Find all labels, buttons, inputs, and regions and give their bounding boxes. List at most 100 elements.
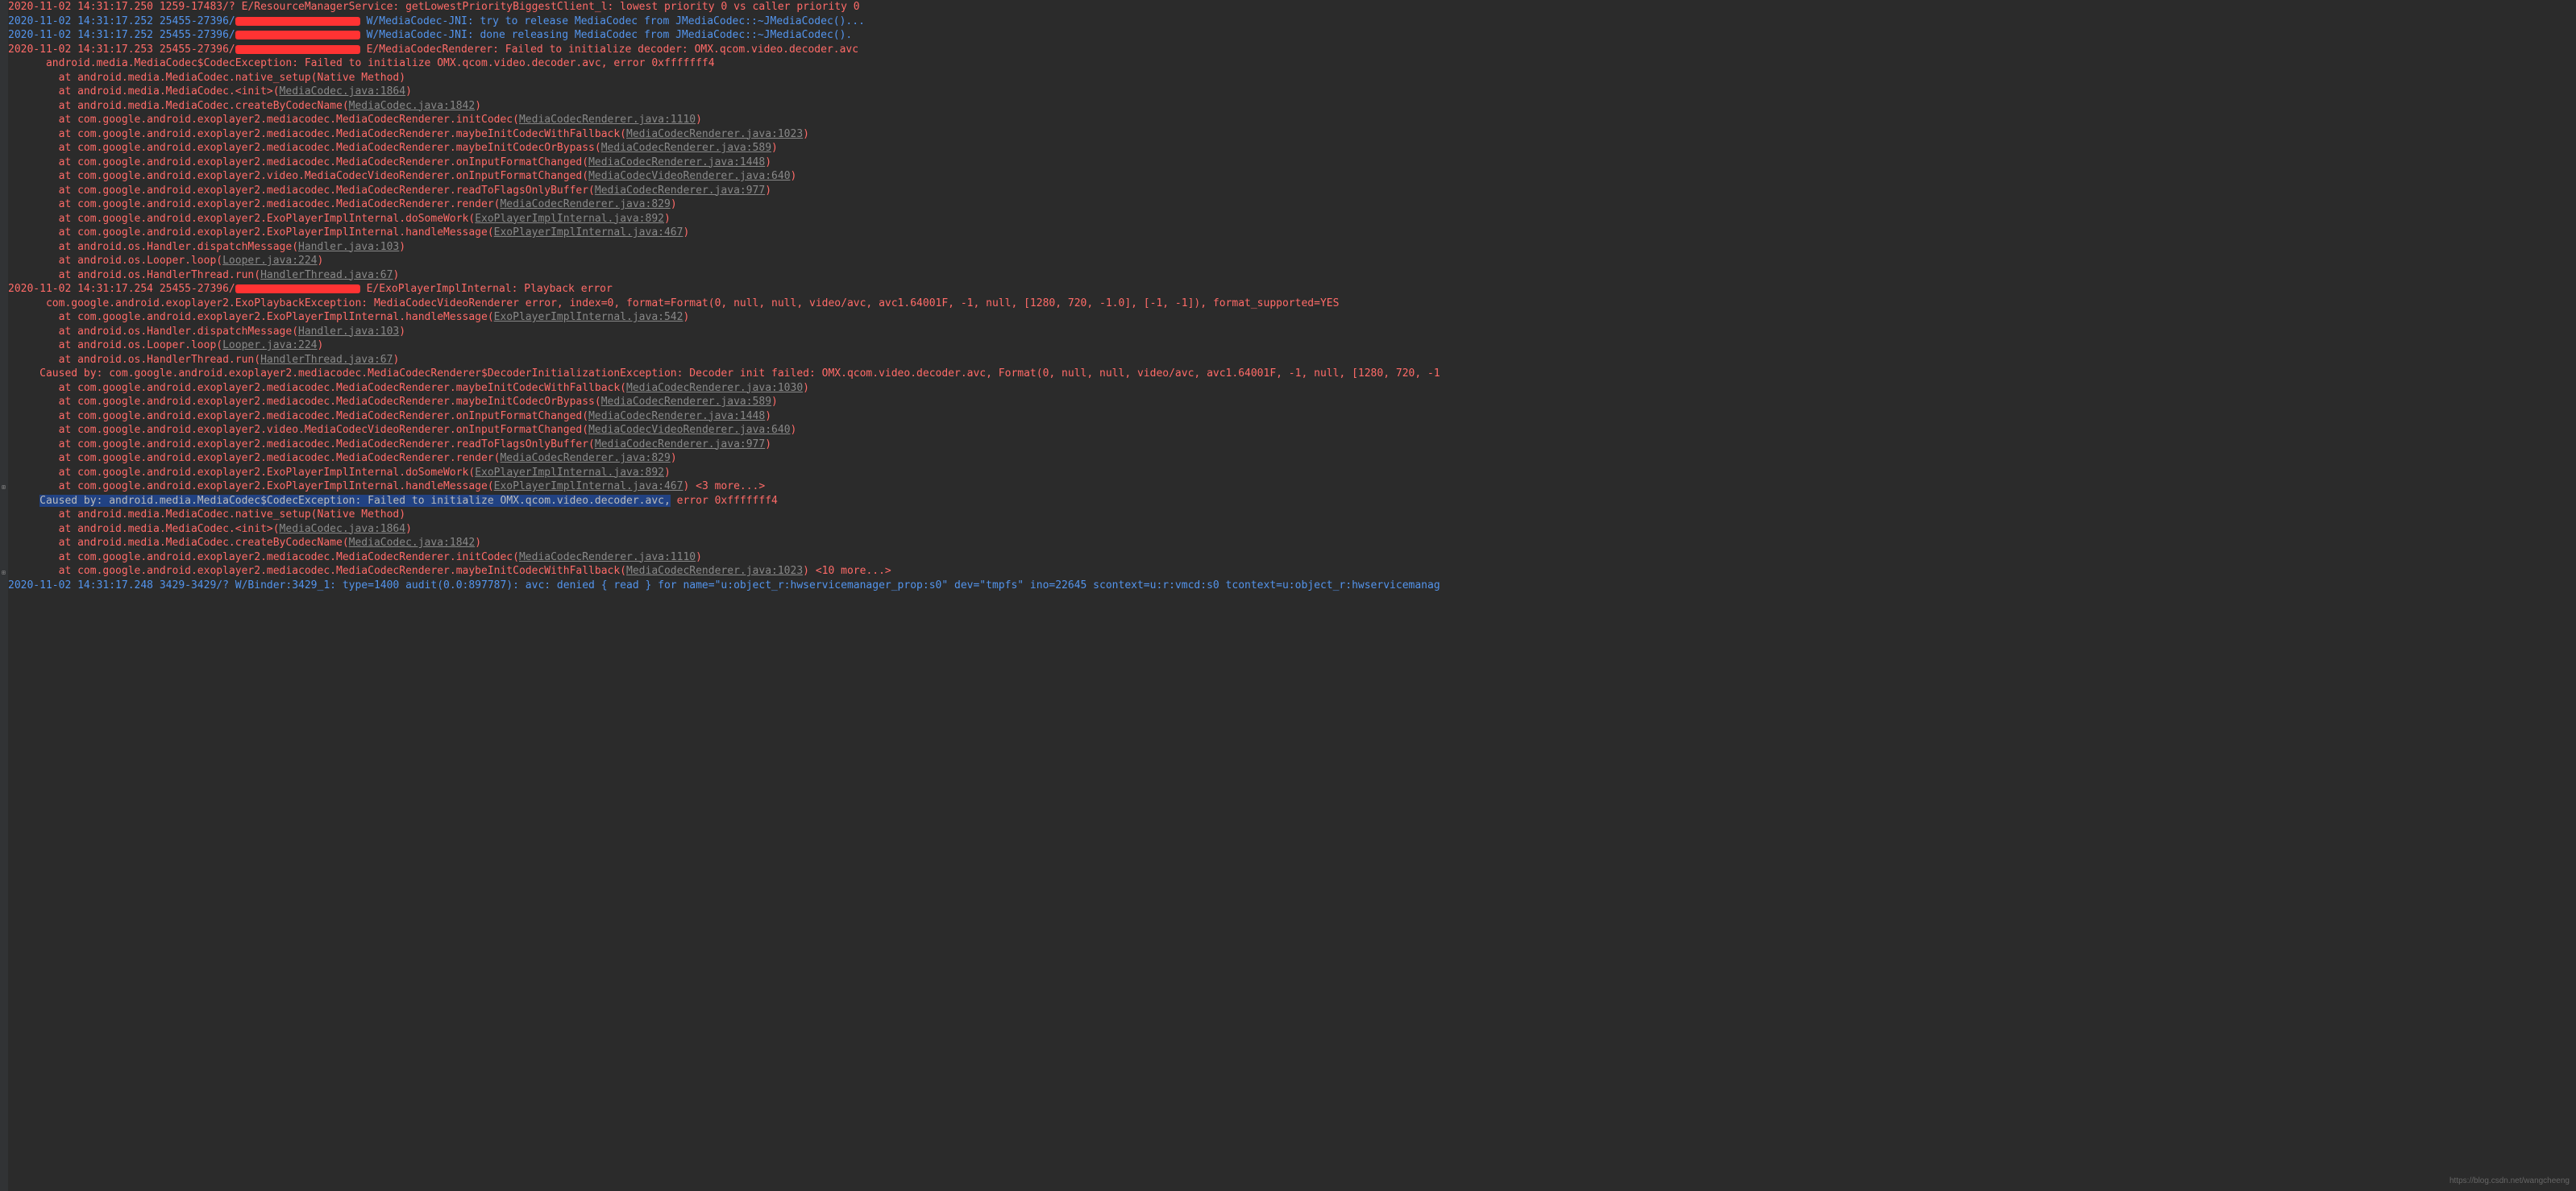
source-link[interactable]: MediaCodecRenderer.java:977 <box>595 438 765 450</box>
log-text: at android.os.Handler.dispatchMessage( <box>8 326 298 338</box>
log-text: ) <box>696 551 702 563</box>
log-line[interactable]: at android.os.Handler.dispatchMessage(Ha… <box>8 325 2576 339</box>
log-text: 2020-11-02 14:31:17.250 1259-17483/? E/R… <box>8 1 860 13</box>
log-line[interactable]: at com.google.android.exoplayer2.video.M… <box>8 423 2576 438</box>
source-link[interactable]: MediaCodecRenderer.java:977 <box>595 185 765 197</box>
expand-marker-2[interactable]: ⊞ <box>2 566 6 580</box>
expand-marker-1[interactable]: ⊞ <box>2 480 6 495</box>
source-link[interactable]: ExoPlayerImplInternal.java:542 <box>494 311 683 323</box>
source-link[interactable]: Handler.java:103 <box>298 326 399 338</box>
log-line[interactable]: at com.google.android.exoplayer2.mediaco… <box>8 451 2576 466</box>
log-text: at com.google.android.exoplayer2.mediaco… <box>8 438 595 450</box>
log-text: at com.google.android.exoplayer2.video.M… <box>8 424 588 436</box>
log-line[interactable]: at com.google.android.exoplayer2.mediaco… <box>8 156 2576 170</box>
source-link[interactable]: MediaCodecRenderer.java:1110 <box>519 114 696 126</box>
source-link[interactable]: HandlerThread.java:67 <box>260 269 393 281</box>
log-line[interactable]: at com.google.android.exoplayer2.ExoPlay… <box>8 226 2576 240</box>
log-text: E/ExoPlayerImplInternal: Playback error <box>360 283 613 295</box>
source-link[interactable]: MediaCodecRenderer.java:1023 <box>626 565 803 577</box>
log-text: ) <box>393 354 399 366</box>
log-line[interactable]: at android.media.MediaCodec.<init>(Media… <box>8 522 2576 537</box>
source-link[interactable]: MediaCodecRenderer.java:1110 <box>519 551 696 563</box>
log-line[interactable]: 2020-11-02 14:31:17.252 25455-27396/ W/M… <box>8 15 2576 29</box>
source-link[interactable]: MediaCodecRenderer.java:829 <box>500 452 670 464</box>
log-line[interactable]: at android.media.MediaCodec.createByCode… <box>8 536 2576 550</box>
log-text: 2020-11-02 14:31:17.253 25455-27396/ <box>8 44 235 56</box>
source-link[interactable]: HandlerThread.java:67 <box>260 354 393 366</box>
log-line[interactable]: at android.media.MediaCodec.native_setup… <box>8 508 2576 522</box>
log-line[interactable]: 2020-11-02 14:31:17.248 3429-3429/? W/Bi… <box>8 579 2576 593</box>
source-link[interactable]: ExoPlayerImplInternal.java:892 <box>475 213 664 225</box>
log-line[interactable]: com.google.android.exoplayer2.ExoPlaybac… <box>8 297 2576 311</box>
log-line[interactable]: at com.google.android.exoplayer2.ExoPlay… <box>8 310 2576 325</box>
log-line[interactable]: at android.os.Handler.dispatchMessage(Ha… <box>8 240 2576 255</box>
source-link[interactable]: MediaCodec.java:1842 <box>349 100 476 112</box>
log-line[interactable]: 2020-11-02 14:31:17.254 25455-27396/ E/E… <box>8 282 2576 297</box>
log-line[interactable]: at com.google.android.exoplayer2.mediaco… <box>8 564 2576 579</box>
log-text: ) <box>696 114 702 126</box>
log-line[interactable]: at com.google.android.exoplayer2.mediaco… <box>8 550 2576 565</box>
log-text: ) <3 more...> <box>683 480 765 492</box>
log-text: at com.google.android.exoplayer2.ExoPlay… <box>8 226 494 239</box>
log-line[interactable]: at android.media.MediaCodec.<init>(Media… <box>8 85 2576 99</box>
source-link[interactable]: Looper.java:224 <box>222 339 317 351</box>
log-text: ) <box>393 269 399 281</box>
source-link[interactable]: ExoPlayerImplInternal.java:892 <box>475 467 664 479</box>
log-line[interactable]: at com.google.android.exoplayer2.mediaco… <box>8 141 2576 156</box>
source-link[interactable]: MediaCodecVideoRenderer.java:640 <box>588 170 790 182</box>
highlighted-text[interactable]: Caused by: android.media.MediaCodec$Code… <box>39 495 671 507</box>
log-line[interactable]: at com.google.android.exoplayer2.mediaco… <box>8 113 2576 127</box>
log-line[interactable]: at com.google.android.exoplayer2.mediaco… <box>8 438 2576 452</box>
log-line[interactable]: at android.media.MediaCodec.createByCode… <box>8 99 2576 114</box>
log-line[interactable]: at android.os.HandlerThread.run(HandlerT… <box>8 353 2576 367</box>
log-text: ) <box>765 156 771 168</box>
log-text: at com.google.android.exoplayer2.mediaco… <box>8 128 626 140</box>
log-text: ) <box>405 85 412 98</box>
source-link[interactable]: MediaCodec.java:1864 <box>280 85 406 98</box>
source-link[interactable]: ExoPlayerImplInternal.java:467 <box>494 480 683 492</box>
log-line[interactable]: at com.google.android.exoplayer2.mediaco… <box>8 197 2576 212</box>
source-link[interactable]: MediaCodecRenderer.java:1023 <box>626 128 803 140</box>
log-line[interactable]: at android.os.Looper.loop(Looper.java:22… <box>8 254 2576 268</box>
log-line[interactable]: at com.google.android.exoplayer2.mediaco… <box>8 127 2576 142</box>
source-link[interactable]: Handler.java:103 <box>298 241 399 253</box>
log-text: W/MediaCodec-JNI: try to release MediaCo… <box>360 15 865 27</box>
log-text: at com.google.android.exoplayer2.ExoPlay… <box>8 213 475 225</box>
source-link[interactable]: Looper.java:224 <box>222 255 317 267</box>
log-line[interactable]: at com.google.android.exoplayer2.mediaco… <box>8 184 2576 198</box>
source-link[interactable]: MediaCodec.java:1864 <box>280 523 406 535</box>
log-line[interactable]: at android.os.Looper.loop(Looper.java:22… <box>8 338 2576 353</box>
log-line[interactable]: Caused by: com.google.android.exoplayer2… <box>8 367 2576 381</box>
log-line[interactable]: 2020-11-02 14:31:17.250 1259-17483/? E/R… <box>8 0 2576 15</box>
source-link[interactable]: MediaCodecRenderer.java:1448 <box>588 410 765 422</box>
log-line[interactable]: at com.google.android.exoplayer2.video.M… <box>8 169 2576 184</box>
source-link[interactable]: ExoPlayerImplInternal.java:467 <box>494 226 683 239</box>
log-line[interactable]: at android.media.MediaCodec.native_setup… <box>8 71 2576 85</box>
log-text: ) <box>765 438 771 450</box>
log-text: at com.google.android.exoplayer2.mediaco… <box>8 396 601 408</box>
log-line[interactable]: at com.google.android.exoplayer2.mediaco… <box>8 381 2576 396</box>
log-line[interactable]: at com.google.android.exoplayer2.mediaco… <box>8 395 2576 409</box>
source-link[interactable]: MediaCodecRenderer.java:829 <box>500 198 670 210</box>
source-link[interactable]: MediaCodec.java:1842 <box>349 537 476 549</box>
log-line[interactable]: 2020-11-02 14:31:17.252 25455-27396/ W/M… <box>8 28 2576 43</box>
source-link[interactable]: MediaCodecRenderer.java:589 <box>601 396 771 408</box>
log-output[interactable]: 2020-11-02 14:31:17.250 1259-17483/? E/R… <box>0 0 2576 592</box>
source-link[interactable]: MediaCodecVideoRenderer.java:640 <box>588 424 790 436</box>
log-line[interactable]: Caused by: android.media.MediaCodec$Code… <box>8 494 2576 508</box>
log-text: ) <box>683 226 689 239</box>
log-line[interactable]: at com.google.android.exoplayer2.ExoPlay… <box>8 212 2576 226</box>
log-text: 2020-11-02 14:31:17.252 25455-27396/ <box>8 15 235 27</box>
log-line[interactable]: android.media.MediaCodec$CodecException:… <box>8 56 2576 71</box>
log-text: ) <box>791 170 797 182</box>
log-line[interactable]: 2020-11-02 14:31:17.253 25455-27396/ E/M… <box>8 43 2576 57</box>
log-line[interactable]: at android.os.HandlerThread.run(HandlerT… <box>8 268 2576 283</box>
log-line[interactable]: at com.google.android.exoplayer2.ExoPlay… <box>8 466 2576 480</box>
source-link[interactable]: MediaCodecRenderer.java:589 <box>601 142 771 154</box>
source-link[interactable]: MediaCodecRenderer.java:1030 <box>626 382 803 394</box>
source-link[interactable]: MediaCodecRenderer.java:1448 <box>588 156 765 168</box>
log-text: error 0xfffffff4 <box>671 495 778 507</box>
log-line[interactable]: at com.google.android.exoplayer2.ExoPlay… <box>8 479 2576 494</box>
log-line[interactable]: at com.google.android.exoplayer2.mediaco… <box>8 409 2576 424</box>
log-text: ) <box>771 142 778 154</box>
